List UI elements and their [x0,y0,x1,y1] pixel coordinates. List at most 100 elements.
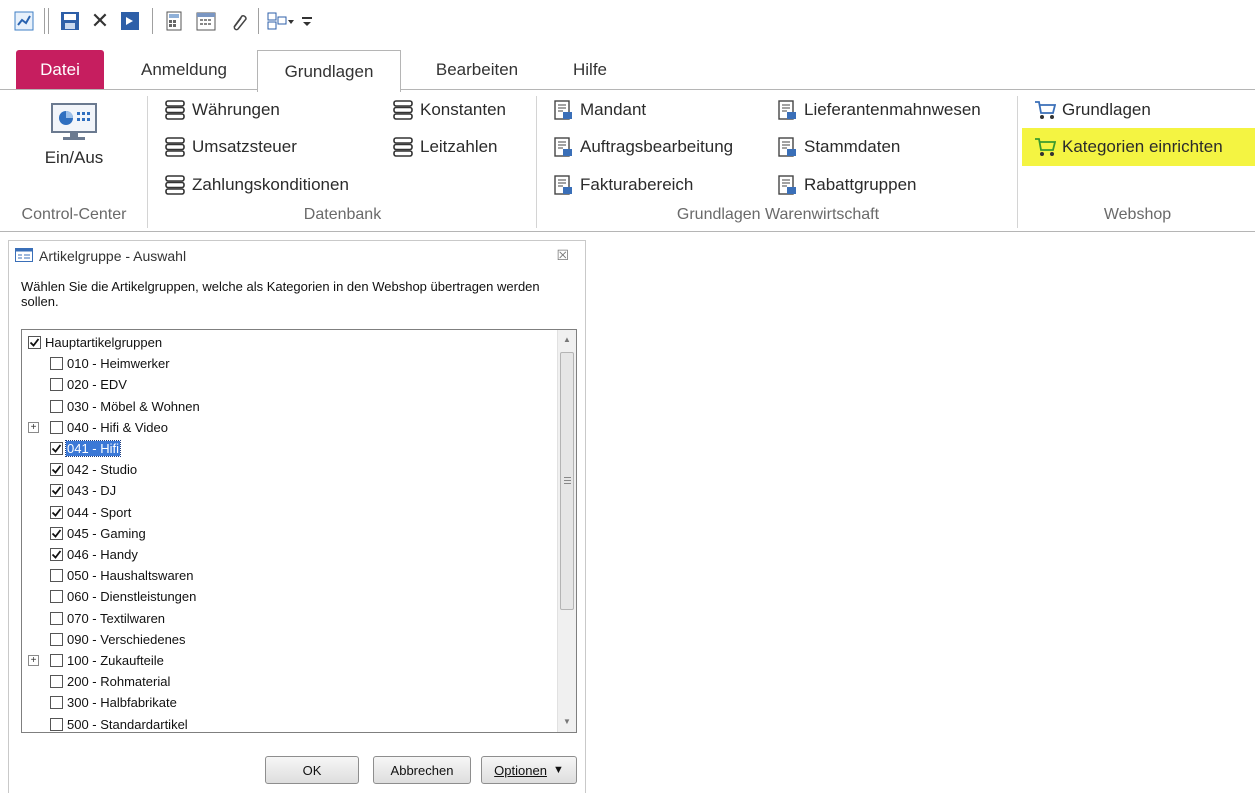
tab-grundlagen[interactable]: Grundlagen [257,50,401,92]
dialog-close-button[interactable]: ☒ [556,247,569,264]
ribbon-stammdaten[interactable]: Stammdaten [776,132,900,162]
tree-item[interactable]: 046 - Handy [50,544,139,565]
close-icon[interactable]: ✕ [88,8,112,33]
tree-item[interactable]: +100 - Zukaufteile [28,650,165,671]
ribbon-lieferantenmahnwesen[interactable]: Lieferantenmahnwesen [776,95,981,125]
database-icon [164,136,186,158]
tree-item-checkbox[interactable] [50,526,63,540]
tree-item-checkbox[interactable] [50,399,63,413]
tree-item-checkbox[interactable] [50,420,63,434]
ribbon-mandant-label: Mandant [580,100,647,119]
tree-item-checkbox[interactable] [50,632,63,646]
scrollbar-thumb[interactable] [560,352,574,610]
tree-item[interactable]: 090 - Verschiedenes [50,629,187,650]
artikelgruppe-dialog: Artikelgruppe - Auswahl ☒ Wählen Sie die… [8,240,586,793]
dialog-title: Artikelgruppe - Auswahl [39,248,187,264]
tree-item-checkbox[interactable] [50,717,63,731]
tree-item-checkbox[interactable] [28,336,41,349]
ribbon-leitzahlen-label: Leitzahlen [420,137,498,156]
ribbon-konstanten[interactable]: Konstanten [392,95,506,125]
cart-icon [1034,99,1056,121]
tab-bearbeiten[interactable]: Bearbeiten [414,50,540,90]
tree-item-checkbox[interactable] [50,442,63,455]
tab-anmeldung[interactable]: Anmeldung [118,50,250,90]
tree-item-checkbox[interactable] [50,696,63,710]
form-icon [552,99,574,121]
ribbon-fakturabereich-label: Fakturabereich [580,175,694,194]
tree-item[interactable]: 300 - Halbfabrikate [50,692,178,713]
expand-icon[interactable]: + [28,655,39,666]
form-icon [552,174,574,196]
tree-item[interactable]: +040 - Hifi & Video [28,417,169,438]
ribbon-kategorien-einrichten[interactable]: Kategorien einrichten [1022,128,1255,166]
checkmark-icon [51,550,62,559]
cancel-button[interactable]: Abbrechen [373,756,471,784]
tree-item-checkbox[interactable] [50,654,63,667]
calculator-icon[interactable] [162,10,186,32]
tree-item[interactable]: 500 - Standardartikel [50,714,189,732]
ribbon-fakturabereich[interactable]: Fakturabereich [552,170,693,200]
layout-icon[interactable] [266,10,296,32]
tree-item-checkbox[interactable] [50,611,63,625]
tree-item-label: 041 - Hifi [64,440,122,457]
options-button[interactable]: Optionen ▼ [481,756,577,784]
ribbon-waehrungen[interactable]: Währungen [164,95,280,125]
tree-item-label: 010 - Heimwerker [67,356,170,372]
tree-item[interactable]: 044 - Sport [50,502,132,523]
tree-item[interactable]: Hauptartikelgruppen [28,332,163,353]
tree-item[interactable]: 043 - DJ [50,480,117,501]
tab-hilfe[interactable]: Hilfe [552,50,628,90]
ribbon-zahlungskonditionen[interactable]: Zahlungskonditionen [164,170,349,200]
tree-item[interactable]: 041 - Hifi [50,438,122,459]
ribbon-webshop-grundlagen[interactable]: Grundlagen [1034,95,1151,125]
database-icon [392,99,414,121]
tree-item-checkbox[interactable] [50,569,63,583]
tree-item-checkbox[interactable] [50,357,63,371]
tree-item-label: 045 - Gaming [67,525,146,541]
customize-dropdown-icon[interactable] [298,10,316,32]
ribbon-mandant[interactable]: Mandant [552,95,646,125]
artikelgruppen-tree[interactable]: Hauptartikelgruppen 010 - Heimwerker 020 -… [21,329,577,733]
ribbon-zahlungskonditionen-label: Zahlungskonditionen [192,175,349,194]
tree-item[interactable]: 010 - Heimwerker [50,353,171,374]
tree-item[interactable]: 045 - Gaming [50,523,147,544]
tree-item-checkbox[interactable] [50,590,63,604]
tree-scrollbar[interactable]: ▲ ▼ [557,330,576,732]
save-icon[interactable] [58,10,82,32]
group-label-datenbank: Datenbank [303,206,382,223]
chevron-down-icon: ▼ [552,764,564,776]
ribbon-rabattgruppen-label: Rabattgruppen [804,175,917,194]
tree-item-label: 100 - Zukaufteile [67,653,164,668]
chart-icon[interactable] [12,10,36,32]
tree-item-checkbox[interactable] [50,548,63,561]
ribbon-umsatzsteuer[interactable]: Umsatzsteuer [164,132,297,162]
tree-item[interactable]: 060 - Dienstleistungen [50,586,197,607]
expand-icon[interactable]: + [28,421,39,433]
ribbon-leitzahlen[interactable]: Leitzahlen [392,132,498,162]
tree-item-checkbox[interactable] [50,463,63,477]
tree-item-checkbox[interactable] [50,378,63,392]
tab-datei[interactable]: Datei [16,50,104,90]
tree-item[interactable]: 020 - EDV [50,374,128,395]
attach-icon[interactable] [226,10,250,32]
tree-item[interactable]: 200 - Rohmaterial [50,671,171,692]
tree-item[interactable]: 070 - Textilwaren [50,608,166,629]
tree-item[interactable]: 042 - Studio [50,459,138,480]
tree-item-label: 090 - Verschiedenes [67,631,186,647]
tree-item-checkbox[interactable] [50,675,63,689]
ribbon-rabattgruppen[interactable]: Rabattgruppen [776,170,916,200]
ok-button[interactable]: OK [265,756,359,784]
scroll-up-arrow-icon[interactable]: ▲ [558,330,576,350]
calendar-icon[interactable] [194,10,218,32]
ein-aus-button[interactable]: Ein/Aus [34,100,114,172]
tree-item[interactable]: 050 - Haushaltswaren [50,565,194,586]
tree-item-checkbox[interactable] [50,484,63,498]
tree-item[interactable]: 030 - Möbel & Wohnen [50,396,201,417]
scroll-down-arrow-icon[interactable]: ▼ [558,712,576,732]
checkmark-icon [51,486,62,496]
group-label-control-center: Control-Center [21,206,127,223]
tree-item-checkbox[interactable] [50,505,63,519]
export-icon[interactable] [118,10,142,32]
ribbon-tabs: Datei Anmeldung Grundlagen Bearbeiten Hi… [0,48,1255,92]
ribbon-auftragsbearbeitung[interactable]: Auftragsbearbeitung [552,132,733,162]
